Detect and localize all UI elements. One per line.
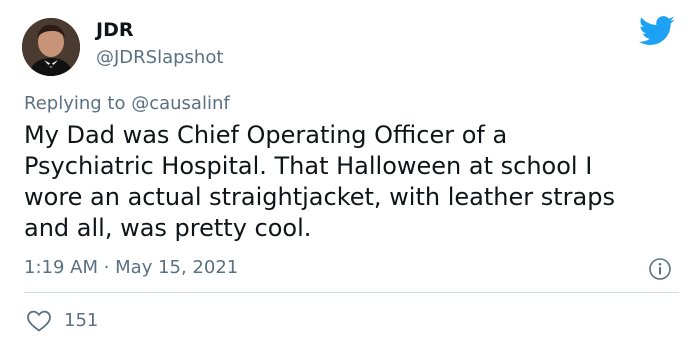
tweet-text: My Dad was Chief Operating Officer of a …	[24, 121, 615, 242]
like-count: 151	[64, 310, 99, 331]
info-icon[interactable]	[648, 257, 672, 281]
tweet-timestamp[interactable]: 1:19 AM · May 15, 2021	[24, 256, 238, 280]
heart-icon[interactable]	[26, 309, 52, 333]
avatar-image	[22, 18, 80, 76]
twitter-bird-icon[interactable]	[639, 16, 675, 46]
avatar[interactable]	[22, 18, 80, 76]
replying-to-label: Replying to	[24, 93, 132, 114]
divider	[24, 292, 679, 293]
replying-to: Replying to @causalinf	[24, 92, 230, 116]
tweet-card: JDR @JDRSlapshot Replying to @causalinf …	[0, 0, 700, 347]
user-handle[interactable]: @JDRSlapshot	[96, 46, 223, 70]
display-name[interactable]: JDR	[96, 18, 133, 42]
reply-mention-link[interactable]: @causalinf	[131, 93, 230, 114]
